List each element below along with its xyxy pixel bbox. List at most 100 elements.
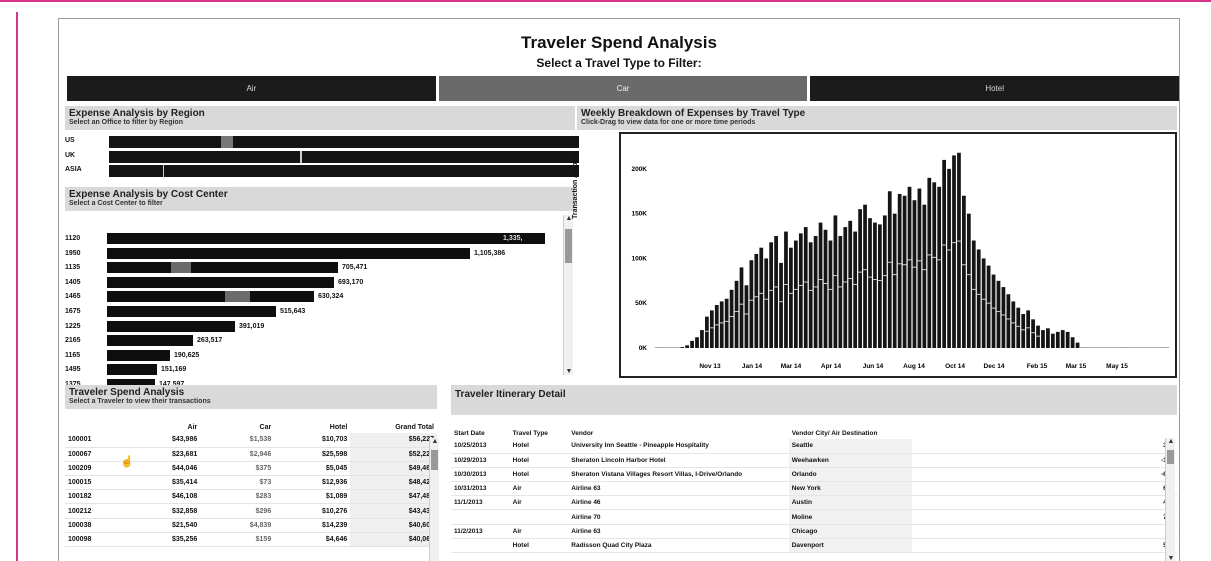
weekly-bar[interactable]	[744, 285, 749, 348]
weekly-bar[interactable]	[690, 340, 694, 348]
weekly-bar[interactable]	[1036, 325, 1040, 348]
weekly-bar[interactable]	[976, 249, 981, 348]
table-row[interactable]: 100182 $46,108 $283 $1,089 $47,480	[65, 489, 437, 505]
weekly-bar[interactable]	[858, 209, 862, 348]
weekly-bar[interactable]	[1134, 347, 1140, 348]
table-row[interactable]: 11/1/2013AirAirline 46Austin437	[451, 495, 1177, 511]
weekly-bar[interactable]	[789, 247, 793, 348]
traveler-scrollbar[interactable]: ▲	[429, 438, 439, 561]
weekly-bar[interactable]	[729, 289, 734, 348]
table-row[interactable]: 10/30/2013 Hotel Sheraton Vistana Villages…	[451, 467, 1177, 483]
weekly-bar[interactable]	[754, 253, 759, 348]
weekly-bar[interactable]	[942, 159, 946, 348]
weekly-bar[interactable]	[759, 247, 764, 348]
weekly-bar[interactable]	[818, 222, 823, 348]
scroll-thumb[interactable]	[1167, 450, 1174, 464]
scroll-thumb[interactable]	[431, 450, 438, 470]
weekly-bar[interactable]	[1149, 347, 1155, 348]
cell-id[interactable]: 100001	[65, 433, 127, 448]
weekly-bar[interactable]	[655, 347, 660, 348]
weekly-bar[interactable]	[1021, 313, 1026, 348]
weekly-bar[interactable]	[833, 215, 838, 348]
weekly-bar[interactable]	[892, 213, 897, 348]
cost-center-bar[interactable]	[107, 320, 235, 332]
cost-center-bar[interactable]	[107, 335, 193, 347]
weekly-bar[interactable]	[878, 224, 882, 348]
weekly-bar[interactable]	[749, 260, 754, 348]
weekly-bar[interactable]	[685, 345, 689, 348]
cell-id[interactable]: 100182	[65, 489, 127, 505]
region-row-asia[interactable]: ASIA	[65, 165, 579, 177]
weekly-bar[interactable]	[700, 330, 704, 348]
weekly-bar[interactable]	[813, 236, 818, 348]
weekly-bar[interactable]	[784, 231, 788, 348]
weekly-bar[interactable]	[734, 280, 739, 348]
weekly-chart-svg[interactable]: 0K 50K 100K 150K 200K Nov 13 Jan 14 Mar 14 Apr 1…	[621, 134, 1175, 376]
weekly-bar[interactable]	[793, 240, 798, 348]
weekly-bar[interactable]	[1099, 347, 1105, 348]
weekly-bar[interactable]	[981, 258, 986, 348]
cost-center-row[interactable]: 1495 151,169	[65, 364, 565, 376]
weekly-bar[interactable]	[823, 229, 828, 348]
cost-center-bar[interactable]	[107, 306, 276, 317]
weekly-bar[interactable]	[882, 215, 887, 348]
weekly-bar[interactable]	[1006, 294, 1011, 348]
cost-center-row[interactable]: 1405 693,170	[65, 276, 565, 289]
weekly-bar[interactable]	[1026, 310, 1031, 348]
weekly-chart[interactable]: 0K 50K 100K 150K 200K Nov 13 Jan 14 Mar 14 Apr 1…	[619, 132, 1177, 378]
weekly-bar[interactable]	[853, 231, 858, 348]
weekly-bar[interactable]	[664, 347, 670, 348]
weekly-bar[interactable]	[952, 155, 956, 348]
weekly-bar[interactable]	[680, 347, 685, 348]
weekly-bar[interactable]	[1041, 330, 1045, 348]
weekly-bar[interactable]	[803, 227, 808, 348]
weekly-bar[interactable]	[1094, 347, 1100, 348]
weekly-bar[interactable]	[902, 195, 907, 348]
cell-id[interactable]: 100067	[65, 447, 127, 462]
weekly-bar[interactable]	[838, 236, 843, 348]
weekly-bar[interactable]	[695, 337, 699, 348]
weekly-bar[interactable]	[843, 227, 848, 348]
table-row[interactable]: HotelRadisson Quad City PlazaDavenport55…	[451, 538, 1177, 554]
cost-center-row[interactable]: 1675 515,643	[65, 306, 565, 318]
weekly-bar[interactable]	[764, 258, 769, 348]
cost-center-bar[interactable]	[107, 276, 334, 288]
weekly-bar[interactable]	[828, 240, 833, 348]
region-bar[interactable]	[109, 151, 579, 163]
weekly-bar[interactable]	[897, 193, 902, 348]
weekly-bar[interactable]	[719, 301, 724, 348]
weekly-bar[interactable]	[912, 200, 917, 348]
cost-center-bar[interactable]	[107, 349, 170, 361]
cost-center-row[interactable]: 1165 190,625	[65, 349, 565, 362]
weekly-bar[interactable]	[873, 222, 877, 348]
weekly-bar[interactable]	[907, 186, 912, 348]
weekly-bar[interactable]	[724, 298, 729, 348]
weekly-bar[interactable]	[957, 152, 961, 348]
cell-id[interactable]: 100212	[65, 503, 127, 519]
cost-center-bar[interactable]	[107, 247, 470, 259]
weekly-bar[interactable]	[1164, 347, 1169, 348]
weekly-bar[interactable]	[947, 168, 951, 348]
weekly-bar[interactable]	[927, 177, 932, 348]
scroll-thumb[interactable]	[565, 229, 572, 263]
weekly-bar[interactable]	[1129, 347, 1135, 348]
weekly-bar[interactable]	[1084, 347, 1090, 348]
table-row[interactable]: 100098 $35,256 $159 $4,646 $40,061	[65, 532, 437, 548]
weekly-bar[interactable]	[1089, 347, 1095, 348]
cell-id[interactable]: 100015	[65, 475, 127, 491]
weekly-bar[interactable]	[996, 280, 1001, 348]
cost-center-row[interactable]: 2165 263,517	[65, 335, 565, 347]
weekly-bar[interactable]	[774, 236, 778, 348]
cost-center-row[interactable]: 1225 391,019	[65, 320, 565, 333]
weekly-bar[interactable]	[1001, 287, 1006, 348]
weekly-bar[interactable]	[674, 347, 680, 348]
tab-air[interactable]: Air	[67, 76, 436, 101]
weekly-bar[interactable]	[1154, 347, 1160, 348]
region-bar[interactable]	[109, 165, 579, 177]
weekly-bar[interactable]	[1159, 347, 1165, 348]
tab-car[interactable]: Car	[438, 76, 808, 101]
scroll-up-icon[interactable]: ▲	[1166, 438, 1176, 445]
region-row-uk[interactable]: UK	[65, 151, 579, 163]
table-row[interactable]: 11/2/2013AirAirline 63Chicago0	[451, 524, 1177, 539]
weekly-bar[interactable]	[659, 347, 665, 348]
